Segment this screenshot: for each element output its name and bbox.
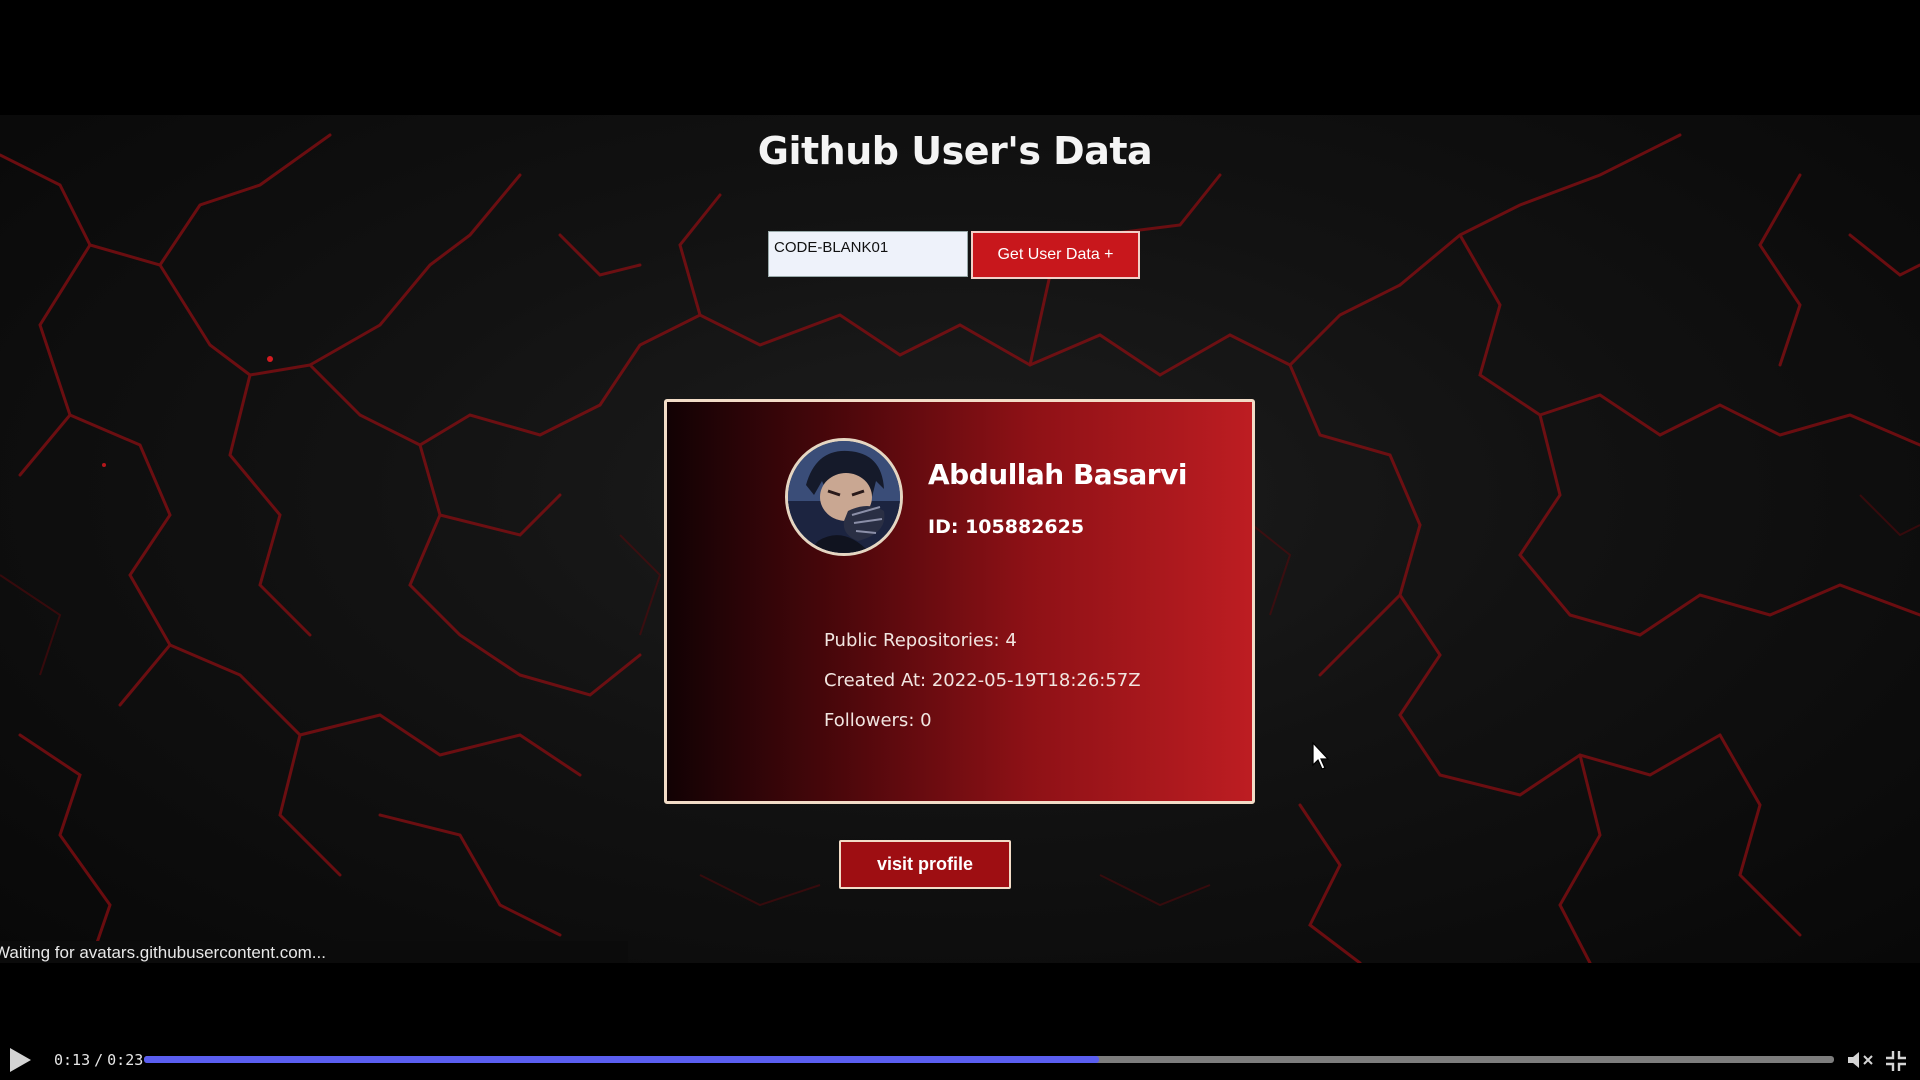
user-id: ID: 105882625 [928, 516, 1084, 538]
get-user-data-button[interactable]: Get User Data + [971, 231, 1140, 279]
seek-bar[interactable] [144, 1056, 1834, 1063]
user-id-label: ID: [928, 516, 959, 538]
user-id-value: 105882625 [965, 516, 1085, 538]
current-time: 0:13 [54, 1051, 91, 1069]
video-frame: Github User's Data CODE-BLANK01 Get User… [0, 115, 1920, 963]
visit-profile-button[interactable]: visit profile [839, 840, 1011, 889]
stat-public-repos: Public Repositories: 4 [824, 630, 1017, 651]
user-name: Abdullah Basarvi [928, 458, 1187, 491]
profile-card: Abdullah Basarvi ID: 105882625 Public Re… [664, 399, 1255, 804]
page-title: Github User's Data [757, 129, 1153, 173]
mute-icon[interactable] [1846, 1049, 1876, 1071]
exit-fullscreen-icon[interactable] [1884, 1049, 1908, 1073]
search-form: CODE-BLANK01 Get User Data + [768, 231, 1140, 279]
username-input[interactable]: CODE-BLANK01 [768, 231, 968, 277]
avatar-image [785, 438, 903, 556]
browser-status-bar: Waiting for avatars.githubusercontent.co… [0, 941, 628, 963]
mouse-cursor-icon [1312, 741, 1330, 770]
stat-label: Public Repositories: [824, 630, 1000, 651]
stat-followers: Followers: 0 [824, 710, 932, 731]
seek-bar-progress [144, 1056, 1100, 1063]
stat-value: 4 [1005, 630, 1017, 651]
video-player-controls: 0:13/0:23 [0, 1040, 1920, 1080]
playback-time: 0:13/0:23 [54, 1051, 144, 1069]
duration: 0:23 [107, 1051, 144, 1069]
stat-value: 2022-05-19T18:26:57Z [931, 670, 1141, 691]
stat-value: 0 [920, 710, 932, 731]
stat-label: Created At: [824, 670, 927, 691]
avatar-illustration [788, 441, 900, 553]
stat-label: Followers: [824, 710, 915, 731]
stat-created-at: Created At: 2022-05-19T18:26:57Z [824, 670, 1141, 691]
play-icon[interactable] [10, 1048, 31, 1072]
